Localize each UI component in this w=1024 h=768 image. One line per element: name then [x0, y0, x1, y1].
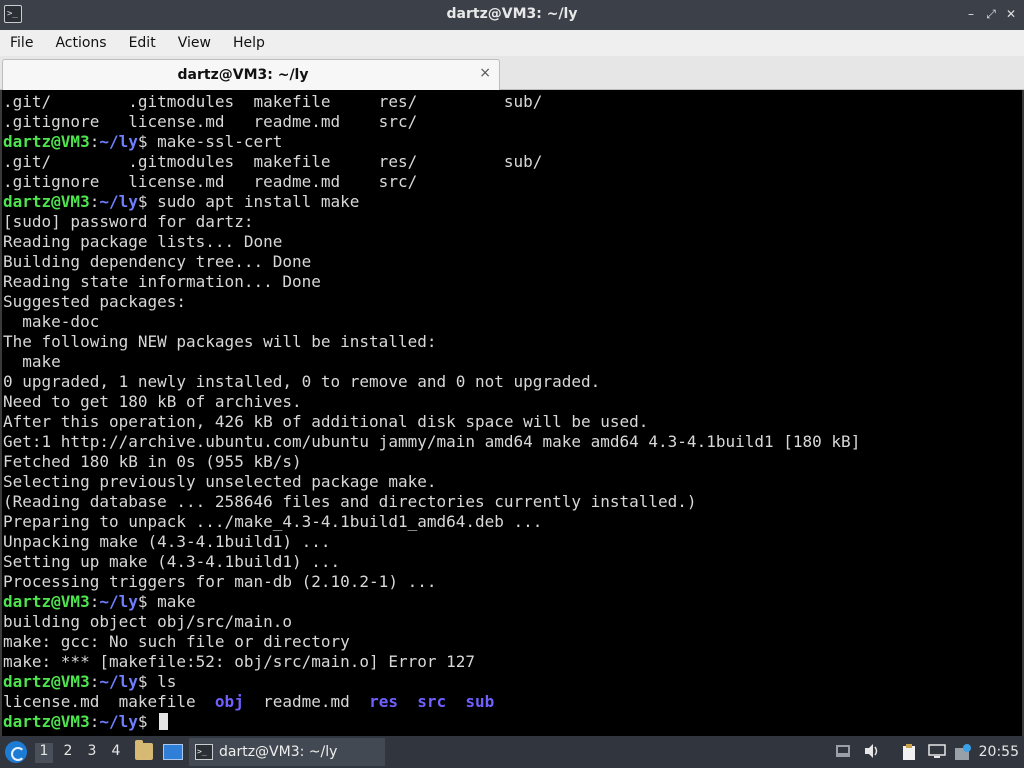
close-button[interactable]: ✕ [1004, 6, 1018, 22]
menu-view[interactable]: View [178, 35, 211, 51]
prompt-command: $ ls [137, 672, 177, 691]
workspace-3[interactable]: 3 [83, 743, 101, 763]
terminal-output-line: Unpacking make (4.3-4.1build1) ... [3, 532, 331, 551]
menu-edit[interactable]: Edit [129, 35, 156, 51]
ls-file-entry: license.md makefile [3, 692, 215, 711]
prompt-separator: : [89, 672, 100, 691]
prompt-user: dartz@VM3 [3, 192, 90, 211]
menu-actions[interactable]: Actions [55, 35, 106, 51]
clock[interactable]: 20:55 [979, 744, 1019, 760]
taskbar-task-terminal[interactable]: >_ dartz@VM3: ~/ly [189, 738, 385, 766]
prompt-user: dartz@VM3 [3, 132, 90, 151]
prompt-command: $ [137, 712, 158, 731]
ls-file-entry [446, 692, 465, 711]
terminal-output-line: .git/ .gitmodules makefile res/ sub/ [3, 152, 543, 171]
prompt-command: $ sudo apt install make [137, 192, 360, 211]
tab-label: dartz@VM3: ~/ly [177, 67, 309, 83]
tab-close-icon[interactable]: × [479, 65, 491, 81]
prompt-user: dartz@VM3 [3, 712, 90, 731]
terminal-output-line: Reading state information... Done [3, 272, 321, 291]
taskbar: 1 2 3 4 >_ dartz@VM3: ~/ly 20:55 [0, 736, 1024, 768]
network-icon[interactable] [928, 743, 946, 761]
terminal-view[interactable]: .git/ .gitmodules makefile res/ sub/.git… [0, 90, 1024, 736]
workspace-1[interactable]: 1 [35, 743, 53, 763]
terminal-output-line: Building dependency tree... Done [3, 252, 312, 271]
terminal-output-line: make: gcc: No such file or directory [3, 632, 350, 651]
show-desktop-icon[interactable] [163, 744, 183, 760]
task-label: dartz@VM3: ~/ly [219, 744, 338, 760]
prompt-separator: : [89, 192, 100, 211]
terminal-output: .git/ .gitmodules makefile res/ sub/.git… [3, 92, 860, 732]
volume-icon[interactable] [863, 743, 881, 761]
terminal-output-line: After this operation, 426 kB of addition… [3, 412, 649, 431]
tab-bar: dartz@VM3: ~/ly × [0, 56, 1024, 90]
minimize-button[interactable]: – [964, 6, 978, 22]
ls-directory-entry: sub [465, 692, 495, 711]
terminal-cursor [159, 713, 169, 730]
ls-directory-entry: obj [214, 692, 244, 711]
update-notifier-icon[interactable] [954, 743, 972, 761]
workspace-4[interactable]: 4 [107, 743, 125, 763]
terminal-output-line: .git/ .gitmodules makefile res/ sub/ [3, 92, 543, 111]
terminal-output-line: Reading package lists... Done [3, 232, 283, 251]
prompt-separator: : [89, 712, 100, 731]
clipboard-icon[interactable] [900, 743, 918, 761]
prompt-separator: : [89, 132, 100, 151]
prompt-command: $ make-ssl-cert [137, 132, 283, 151]
terminal-output-line: .gitignore license.md readme.md src/ [3, 172, 418, 191]
device-notifier-icon[interactable] [834, 743, 852, 761]
terminal-output-line: [sudo] password for dartz: [3, 212, 254, 231]
terminal-output-line: license.md makefile obj readme.md res sr… [3, 692, 860, 712]
prompt-separator: : [89, 592, 100, 611]
terminal-output-line: make: *** [makefile:52: obj/src/main.o] … [3, 652, 476, 671]
prompt-user: dartz@VM3 [3, 672, 90, 691]
terminal-icon: >_ [195, 744, 213, 760]
prompt-path: ~/ly [99, 672, 138, 691]
terminal-output-line: The following NEW packages will be insta… [3, 332, 437, 351]
terminal-output-line: building object obj/src/main.o [3, 612, 292, 631]
terminal-output-line: 0 upgraded, 1 newly installed, 0 to remo… [3, 372, 601, 391]
ls-directory-entry: src [417, 692, 447, 711]
terminal-prompt-line: dartz@VM3:~/ly$ make-ssl-cert [3, 132, 860, 152]
window-titlebar: >_ dartz@VM3: ~/ly – ⤢ ✕ [0, 0, 1024, 30]
prompt-path: ~/ly [99, 132, 138, 151]
terminal-output-line: Selecting previously unselected package … [3, 472, 437, 491]
menubar: File Actions Edit View Help [0, 30, 1024, 56]
terminal-output-line: Fetched 180 kB in 0s (955 kB/s) [3, 452, 302, 471]
tab-terminal[interactable]: dartz@VM3: ~/ly × [2, 59, 500, 90]
terminal-prompt-line: dartz@VM3:~/ly$ [3, 712, 860, 732]
file-manager-icon[interactable] [135, 740, 153, 760]
window-title: dartz@VM3: ~/ly [446, 6, 578, 22]
terminal-output-line: Processing triggers for man-db (2.10.2-1… [3, 572, 437, 591]
menu-help[interactable]: Help [233, 35, 265, 51]
ls-file-entry: readme.md [243, 692, 370, 711]
prompt-path: ~/ly [99, 192, 138, 211]
terminal-output-line: Suggested packages: [3, 292, 187, 311]
terminal-output-line: .gitignore license.md readme.md src/ [3, 112, 418, 131]
terminal-output-line: make-doc [3, 312, 100, 331]
prompt-user: dartz@VM3 [3, 592, 90, 611]
terminal-output-line: Get:1 http://archive.ubuntu.com/ubuntu j… [3, 432, 861, 451]
lubuntu-start-icon[interactable] [5, 741, 27, 763]
terminal-output-line: (Reading database ... 258646 files and d… [3, 492, 697, 511]
terminal-output-line: Need to get 180 kB of archives. [3, 392, 302, 411]
prompt-path: ~/ly [99, 592, 138, 611]
restore-button[interactable]: ⤢ [984, 6, 998, 22]
terminal-output-line: make [3, 352, 61, 371]
terminal-output-line: Preparing to unpack .../make_4.3-4.1buil… [3, 512, 543, 531]
terminal-output-line: Setting up make (4.3-4.1build1) ... [3, 552, 341, 571]
terminal-prompt-line: dartz@VM3:~/ly$ ls [3, 672, 860, 692]
terminal-prompt-line: dartz@VM3:~/ly$ make [3, 592, 860, 612]
ls-directory-entry: res [369, 692, 398, 711]
prompt-command: $ make [137, 592, 196, 611]
prompt-path: ~/ly [99, 712, 138, 731]
workspace-2[interactable]: 2 [59, 743, 77, 763]
terminal-prompt-line: dartz@VM3:~/ly$ sudo apt install make [3, 192, 860, 212]
menu-file[interactable]: File [10, 35, 33, 51]
ls-file-entry [398, 692, 417, 711]
